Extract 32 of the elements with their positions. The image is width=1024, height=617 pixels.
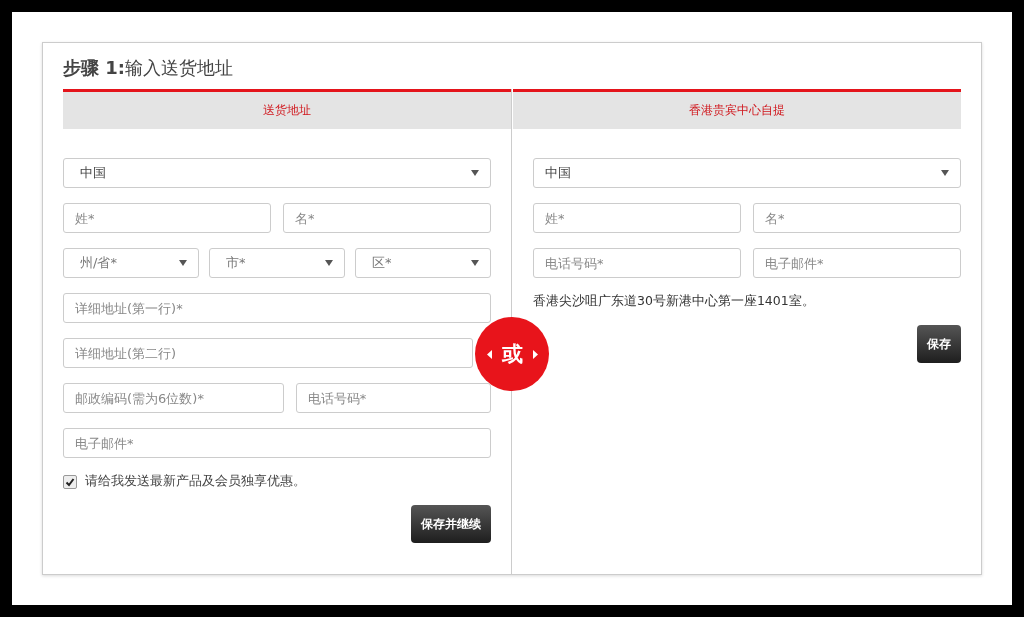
text-field[interactable]: 名* [283,203,491,233]
tab[interactable]: 香港贵宾中心自提 [513,89,961,129]
dropdown-field[interactable]: 中国 [533,158,961,188]
save-continue-button[interactable]: 保存并继续 [411,505,491,543]
text-field[interactable]: 详细地址(第二行) [63,338,473,368]
text-field[interactable]: 名* [753,203,961,233]
checkbox[interactable] [63,474,77,489]
address-text: 香港尖沙咀广东道30号新港中心第一座1401室。 [533,293,816,310]
dropdown-field[interactable]: 区* [355,248,491,278]
tab[interactable]: 送货地址 [63,89,511,129]
text-field[interactable]: 电子邮件* [753,248,961,278]
text-field[interactable]: 电话号码* [295,383,491,413]
dropdown-field[interactable]: 中国 [63,158,491,188]
text-field[interactable]: 电子邮件* [63,428,491,458]
caret-icon [471,260,479,266]
or-label: 或 [501,341,523,368]
dropdown-field[interactable]: 市* [209,248,345,278]
caret-icon [471,170,479,176]
right-arrow-icon [532,349,538,359]
text-field[interactable]: 姓* [533,203,741,233]
caret-icon [179,260,187,266]
left-arrow-icon [486,349,492,359]
dropdown-field[interactable]: 州/省* [63,248,199,278]
text-field[interactable]: 邮政编码(需为6位数)* [63,383,284,413]
caret-icon [941,170,949,176]
caret-icon [325,260,333,266]
text-field[interactable]: 电话号码* [533,248,741,278]
page-title: 步骤 1:输入送货地址 [63,56,234,80]
checkbox-label: 请给我发送最新产品及会员独享优惠。 [85,473,306,490]
text-field[interactable]: 详细地址(第一行)* [63,293,491,323]
save-button[interactable]: 保存 [917,325,961,363]
text-field[interactable]: 姓* [63,203,271,233]
